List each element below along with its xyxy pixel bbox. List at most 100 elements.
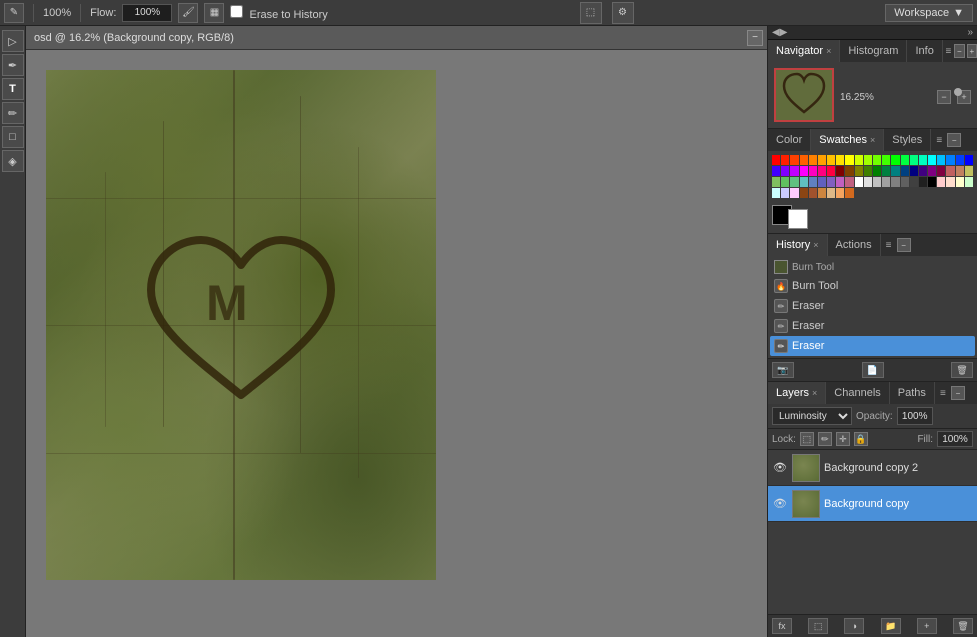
copy-to-clipboard-icon[interactable]: ⬚	[580, 2, 602, 24]
color-swatch[interactable]	[937, 177, 945, 187]
color-minimize-btn[interactable]: −	[947, 133, 961, 147]
color-swatch[interactable]	[919, 166, 927, 176]
color-swatch[interactable]	[928, 177, 936, 187]
color-swatch[interactable]	[946, 177, 954, 187]
color-swatch[interactable]	[790, 155, 798, 165]
lock-image-btn[interactable]: ✏	[818, 432, 832, 446]
layer-visibility-toggle[interactable]: 👁	[772, 460, 788, 476]
lock-all-btn[interactable]: 🔒	[854, 432, 868, 446]
color-swatch[interactable]	[836, 155, 844, 165]
history-item[interactable]: ✏ Eraser	[770, 296, 975, 316]
color-swatch[interactable]	[946, 155, 954, 165]
image-canvas[interactable]: M	[46, 70, 436, 580]
color-swatch[interactable]	[772, 166, 780, 176]
color-swatch[interactable]	[864, 155, 872, 165]
opacity-input[interactable]	[897, 407, 933, 425]
pen-tool[interactable]: ✒	[2, 54, 24, 76]
color-swatch[interactable]	[873, 155, 881, 165]
color-swatch[interactable]	[818, 188, 826, 198]
tab-layers[interactable]: Layers ×	[768, 382, 826, 404]
color-swatch[interactable]	[855, 166, 863, 176]
color-swatch[interactable]	[818, 155, 826, 165]
panel-collapse-icon[interactable]: ◀▶	[772, 27, 787, 38]
tab-actions[interactable]: Actions	[828, 234, 881, 256]
color-swatch[interactable]	[891, 177, 899, 187]
color-swatch[interactable]	[827, 166, 835, 176]
history-item[interactable]: ✏ Eraser	[770, 336, 975, 356]
color-swatch[interactable]	[928, 155, 936, 165]
layer-item[interactable]: 👁 Background copy 2	[768, 450, 977, 486]
delete-state-btn[interactable]: 🗑	[951, 362, 973, 378]
tab-color[interactable]: Color	[768, 129, 811, 151]
zoom-out-icon[interactable]: −	[937, 90, 951, 104]
swatches-close[interactable]: ×	[870, 135, 875, 145]
new-layer-btn[interactable]: +	[917, 618, 937, 634]
tab-channels[interactable]: Channels	[826, 382, 889, 404]
layers-menu[interactable]: ≡	[935, 382, 951, 404]
color-swatch[interactable]	[937, 166, 945, 176]
color-swatch[interactable]	[919, 177, 927, 187]
color-menu[interactable]: ≡	[931, 129, 947, 151]
color-swatch[interactable]	[845, 166, 853, 176]
navigator-menu[interactable]: ≡	[943, 40, 954, 62]
color-swatch[interactable]	[818, 166, 826, 176]
history-snapshot-item[interactable]: Burn Tool	[770, 258, 975, 276]
color-swatch[interactable]	[809, 155, 817, 165]
color-swatch[interactable]	[901, 166, 909, 176]
settings-icon[interactable]: ⚙	[612, 2, 634, 24]
color-swatch[interactable]	[882, 155, 890, 165]
color-swatch[interactable]	[956, 166, 964, 176]
select-tool[interactable]: ▷	[2, 30, 24, 52]
new-group-btn[interactable]: 📁	[881, 618, 901, 634]
lock-position-btn[interactable]: ✛	[836, 432, 850, 446]
color-swatch[interactable]	[910, 166, 918, 176]
history-menu[interactable]: ≡	[881, 234, 897, 256]
color-swatch[interactable]	[845, 188, 853, 198]
color-swatch[interactable]	[800, 166, 808, 176]
color-swatch[interactable]	[790, 166, 798, 176]
layer-visibility-toggle[interactable]: 👁	[772, 496, 788, 512]
shape-tool[interactable]: □	[2, 126, 24, 148]
panel-expand-btn[interactable]: +	[967, 44, 977, 58]
color-swatch[interactable]	[781, 155, 789, 165]
tab-navigator[interactable]: Navigator ×	[768, 40, 840, 62]
eraser-tool-icon[interactable]: ✎	[4, 3, 24, 23]
color-swatch[interactable]	[836, 188, 844, 198]
color-swatch[interactable]	[772, 177, 780, 187]
color-swatch[interactable]	[882, 166, 890, 176]
tab-histogram[interactable]: Histogram	[840, 40, 907, 62]
tablet-icon[interactable]: ▦	[204, 3, 224, 23]
tab-history[interactable]: History ×	[768, 234, 828, 256]
color-tool[interactable]: ◈	[2, 150, 24, 172]
type-tool[interactable]: T	[2, 78, 24, 100]
color-swatch[interactable]	[800, 188, 808, 198]
background-color[interactable]	[788, 209, 808, 229]
fill-input[interactable]	[937, 431, 973, 447]
color-swatch[interactable]	[910, 177, 918, 187]
color-swatch[interactable]	[937, 155, 945, 165]
layer-style-btn[interactable]: fx	[772, 618, 792, 634]
tab-swatches[interactable]: Swatches ×	[811, 129, 884, 151]
layers-minimize-btn[interactable]: −	[951, 386, 965, 400]
color-swatch[interactable]	[845, 155, 853, 165]
color-swatch[interactable]	[901, 177, 909, 187]
color-swatch[interactable]	[790, 177, 798, 187]
color-swatch[interactable]	[965, 177, 973, 187]
color-swatch[interactable]	[873, 177, 881, 187]
delete-layer-btn[interactable]: 🗑	[953, 618, 973, 634]
workspace-button[interactable]: Workspace ▼	[885, 4, 973, 22]
color-swatch[interactable]	[781, 166, 789, 176]
color-swatch[interactable]	[827, 155, 835, 165]
history-minimize-btn[interactable]: −	[897, 238, 911, 252]
color-swatch[interactable]	[882, 177, 890, 187]
navigator-close[interactable]: ×	[826, 46, 831, 56]
panel-expand-icon[interactable]: »	[967, 27, 973, 38]
color-swatch[interactable]	[836, 177, 844, 187]
color-swatch[interactable]	[965, 166, 973, 176]
color-swatch[interactable]	[800, 177, 808, 187]
color-swatch[interactable]	[891, 166, 899, 176]
color-swatch[interactable]	[827, 177, 835, 187]
color-swatch[interactable]	[901, 155, 909, 165]
color-swatch[interactable]	[891, 155, 899, 165]
new-adjustment-btn[interactable]: ◑	[844, 618, 864, 634]
